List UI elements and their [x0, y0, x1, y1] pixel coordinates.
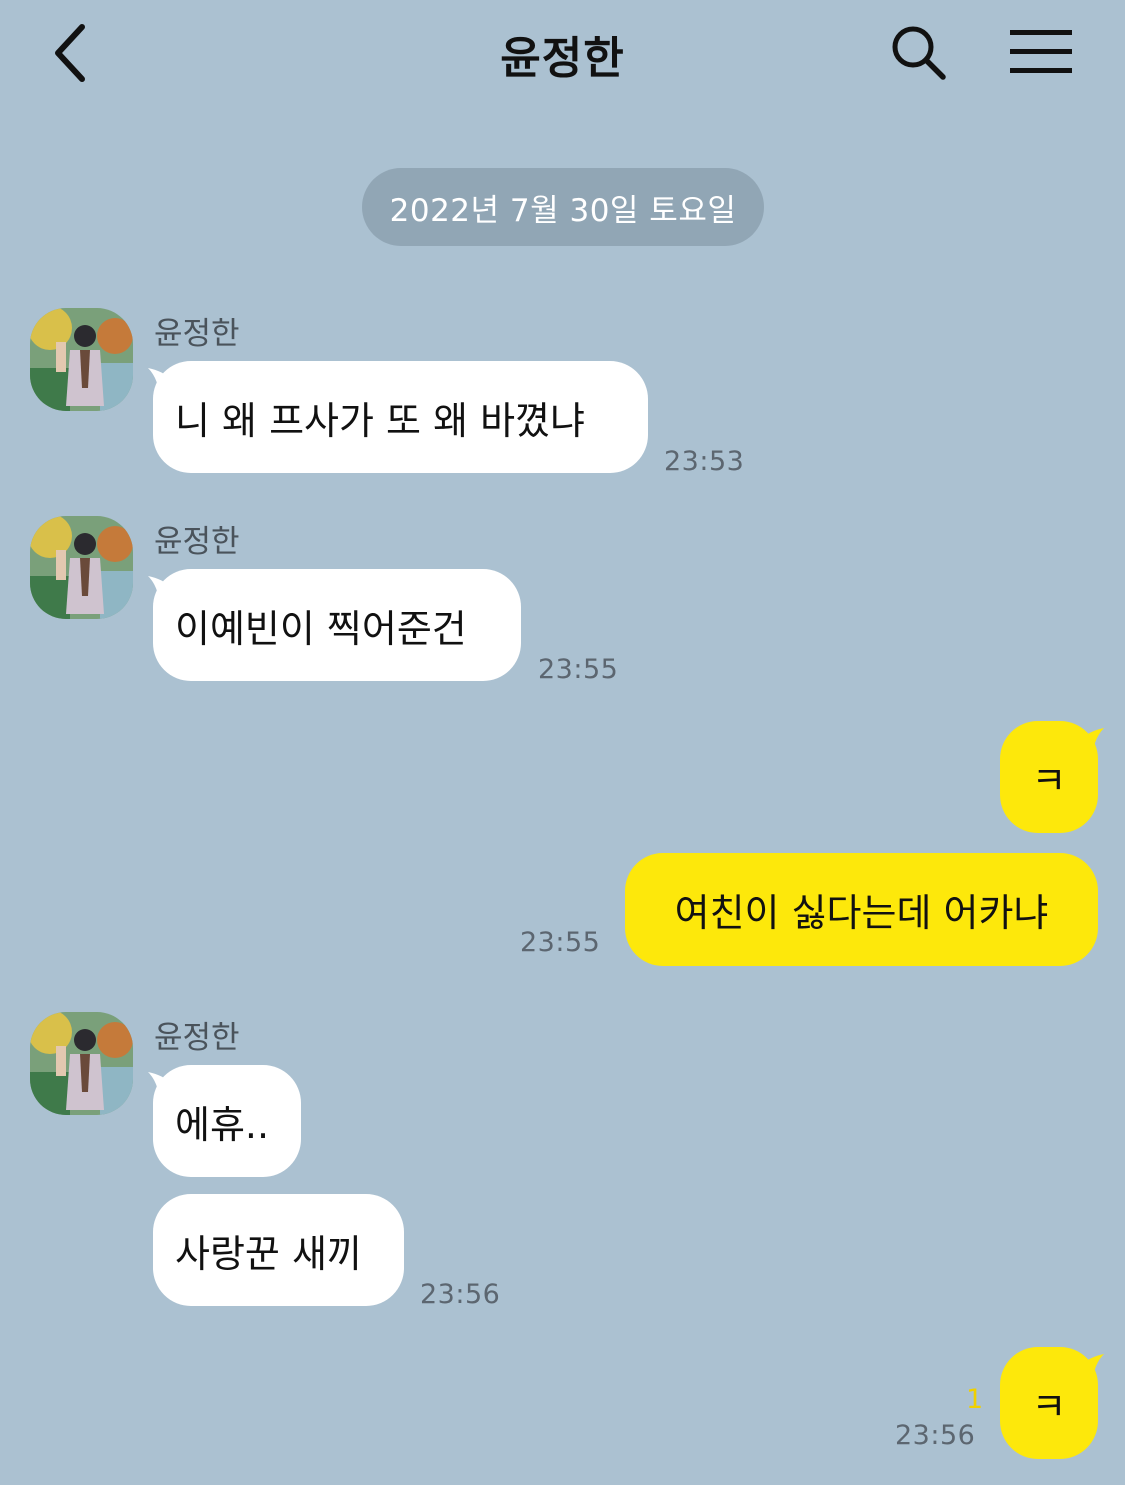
profile-photo — [30, 1012, 133, 1115]
search-icon — [892, 26, 946, 80]
chat-screen: 윤정한 2022년 7월 30일 토요일 윤정한 니 왜 프사가 또 왜 바꼈냐… — [0, 0, 1125, 1485]
message-time: 23:56 — [895, 1420, 976, 1451]
menu-button[interactable] — [1002, 16, 1080, 88]
chat-header: 윤정한 — [0, 0, 1125, 110]
sender-name: 윤정한 — [154, 1020, 240, 1056]
message-bubble[interactable]: 니 왜 프사가 또 왜 바꼈냐 — [153, 361, 648, 473]
unread-count: 1 — [966, 1384, 984, 1415]
message-bubble[interactable]: 에휴.. — [153, 1065, 301, 1177]
sender-name: 윤정한 — [154, 524, 240, 560]
message-bubble[interactable]: 여친이 싫다는데 어카냐 — [625, 853, 1098, 966]
hamburger-menu-icon — [1010, 30, 1072, 73]
chat-title: 윤정한 — [500, 33, 625, 84]
sender-name: 윤정한 — [154, 316, 240, 352]
message-bubble[interactable]: ㅋ — [1000, 1347, 1098, 1459]
message-time: 23:55 — [538, 654, 619, 685]
avatar[interactable] — [30, 308, 133, 411]
profile-photo — [30, 308, 133, 411]
profile-photo — [30, 516, 133, 619]
message-time: 23:55 — [520, 927, 601, 958]
message-bubble[interactable]: 사랑꾼 새끼 — [153, 1194, 404, 1306]
message-time: 23:56 — [420, 1279, 501, 1310]
date-divider: 2022년 7월 30일 토요일 — [362, 168, 764, 246]
message-time: 23:53 — [664, 446, 745, 477]
message-bubble[interactable]: ㅋ — [1000, 721, 1098, 833]
search-button[interactable] — [884, 18, 954, 88]
avatar[interactable] — [30, 1012, 133, 1115]
message-bubble[interactable]: 이예빈이 찍어준건 — [153, 569, 521, 681]
avatar[interactable] — [30, 516, 133, 619]
